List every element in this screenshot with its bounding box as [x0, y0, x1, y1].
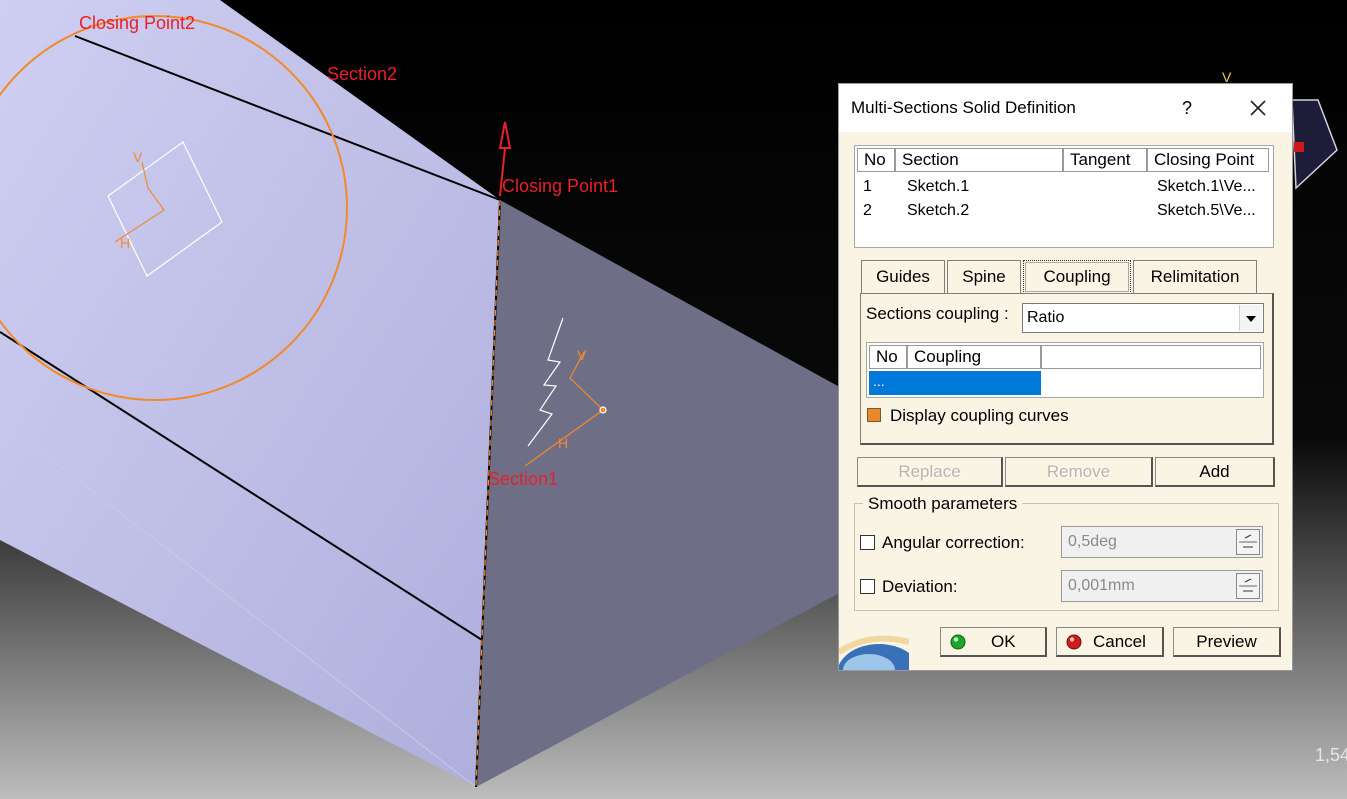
spinner-icon — [1239, 578, 1257, 592]
deviation-value: 0,001mm — [1068, 577, 1135, 594]
row-closing-point: Sketch.5\Ve... — [1157, 202, 1256, 219]
sections-coupling-select[interactable]: Ratio — [1022, 303, 1264, 333]
smooth-parameters-group: Smooth parameters Angular correction: 0,… — [854, 494, 1279, 611]
coupling-table[interactable]: No Coupling ... — [866, 342, 1264, 398]
axis-letter-h: H — [120, 235, 130, 251]
zoom-readout: 1,54 — [1315, 745, 1347, 765]
deviation-field[interactable]: 0,001mm — [1061, 570, 1263, 602]
axis-letter-h: H — [558, 435, 568, 451]
row-section: Sketch.2 — [907, 202, 970, 219]
axis-letter-v: V — [133, 149, 143, 165]
column-header-tangent[interactable]: Tangent — [1063, 148, 1147, 172]
chevron-down-icon — [1246, 316, 1256, 322]
row-closing-point: Sketch.1\Ve... — [1157, 178, 1256, 195]
smooth-parameters-legend: Smooth parameters — [863, 494, 1023, 514]
help-button[interactable]: ? — [1173, 95, 1201, 121]
catia-logo — [837, 612, 921, 704]
column-header-blank — [1041, 345, 1261, 369]
deviation-checkbox[interactable] — [860, 579, 875, 594]
angular-correction-field[interactable]: 0,5deg — [1061, 526, 1263, 558]
column-header-no[interactable]: No — [857, 148, 895, 172]
compass-marker — [1294, 142, 1304, 152]
cancel-button[interactable]: Cancel — [1056, 627, 1164, 657]
dialog-titlebar[interactable]: Multi-Sections Solid Definition ? — [839, 84, 1292, 132]
ok-button[interactable]: OK — [940, 627, 1047, 657]
coupling-row-selected[interactable]: ... — [869, 371, 1041, 395]
column-header-no[interactable]: No — [869, 345, 907, 369]
close-icon — [1250, 100, 1266, 116]
label-section-1[interactable]: Section1 — [488, 469, 558, 490]
spinner-icon — [1239, 534, 1257, 548]
label-closing-point-1[interactable]: Closing Point1 — [502, 176, 618, 197]
sections-coupling-value: Ratio — [1027, 309, 1065, 326]
multi-sections-solid-dialog: Multi-Sections Solid Definition ? No Sec… — [837, 83, 1293, 704]
preview-button[interactable]: Preview — [1173, 627, 1281, 657]
add-button[interactable]: Add — [1155, 457, 1275, 487]
dropdown-arrow[interactable] — [1239, 305, 1262, 331]
sections-coupling-label: Sections coupling : — [866, 304, 1009, 323]
sections-table[interactable]: No Section Tangent Closing Point 1 Sketc… — [854, 145, 1274, 248]
ok-icon — [950, 634, 966, 650]
tab-guides[interactable]: Guides — [861, 260, 945, 294]
dialog-title: Multi-Sections Solid Definition — [851, 98, 1076, 117]
cancel-label: Cancel — [1093, 632, 1146, 651]
row-no: 1 — [863, 178, 872, 195]
tab-spine[interactable]: Spine — [947, 260, 1021, 294]
display-coupling-curves-checkbox[interactable] — [867, 408, 881, 422]
label-section-2[interactable]: Section2 — [327, 64, 397, 85]
coupling-tab-panel: Sections coupling : Ratio No Coupling ..… — [860, 293, 1274, 445]
column-header-section[interactable]: Section — [895, 148, 1063, 172]
close-button[interactable] — [1241, 93, 1275, 123]
angular-correction-value: 0,5deg — [1068, 533, 1117, 550]
remove-button[interactable]: Remove — [1005, 457, 1153, 487]
angular-correction-spinner[interactable] — [1236, 529, 1260, 555]
row-no: 2 — [863, 202, 872, 219]
column-header-coupling[interactable]: Coupling — [907, 345, 1041, 369]
angular-correction-label: Angular correction: — [882, 533, 1025, 552]
tab-relimitation[interactable]: Relimitation — [1133, 260, 1257, 294]
cancel-icon — [1066, 634, 1082, 650]
deviation-spinner[interactable] — [1236, 573, 1260, 599]
label-closing-point-2[interactable]: Closing Point2 — [79, 13, 195, 34]
row-section: Sketch.1 — [907, 178, 970, 195]
tab-coupling[interactable]: Coupling — [1023, 260, 1131, 294]
ok-label: OK — [991, 632, 1016, 651]
deviation-label: Deviation: — [882, 577, 958, 596]
axis-letter-v: V — [577, 347, 587, 363]
column-header-closing-point[interactable]: Closing Point — [1147, 148, 1269, 172]
angular-correction-checkbox[interactable] — [860, 535, 875, 550]
display-coupling-curves-label: Display coupling curves — [890, 406, 1069, 425]
replace-button[interactable]: Replace — [857, 457, 1003, 487]
